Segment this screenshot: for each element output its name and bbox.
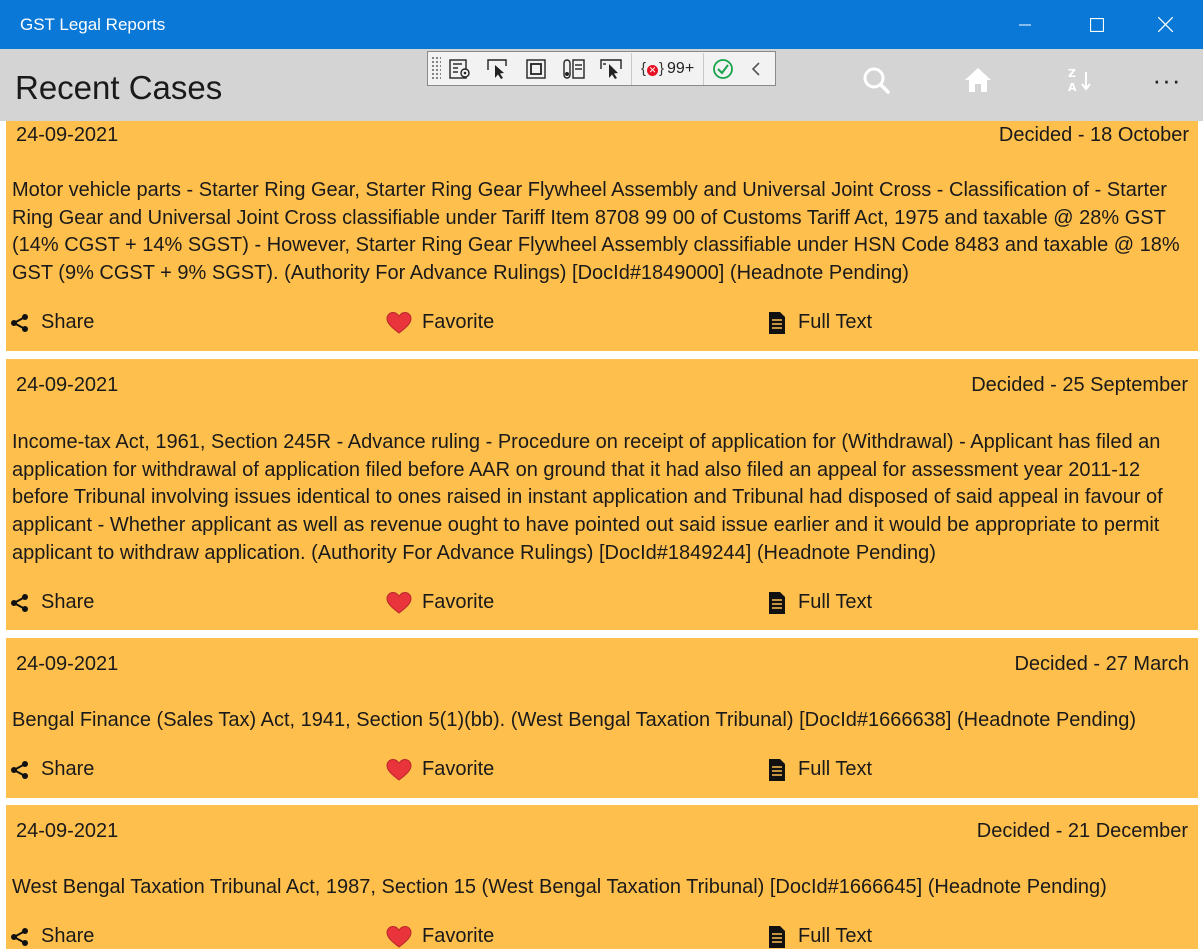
live-visual-tree-icon <box>449 58 470 79</box>
document-icon <box>766 591 788 614</box>
toolbar-grip[interactable] <box>431 56 441 81</box>
share-icon <box>9 592 31 614</box>
document-icon <box>766 758 788 781</box>
hot-reload-status-button[interactable] <box>704 53 742 85</box>
case-headnote[interactable]: Bengal Finance (Sales Tax) Act, 1941, Se… <box>12 707 1194 735</box>
full-text-button[interactable]: Full Text <box>766 311 872 334</box>
heart-icon <box>386 758 412 781</box>
case-card[interactable]: 24-09-2021 Decided - 27 March Bengal Fin… <box>6 638 1198 798</box>
select-element-button[interactable] <box>479 53 517 85</box>
maximize-button[interactable] <box>1063 0 1131 49</box>
chevron-left-icon <box>752 61 760 76</box>
share-icon <box>9 759 31 781</box>
home-button[interactable] <box>958 60 998 100</box>
share-button[interactable]: Share <box>9 311 94 334</box>
share-button[interactable]: Share <box>9 758 94 781</box>
case-card[interactable]: 24-09-2021 Decided - 21 December West Be… <box>6 805 1198 949</box>
case-card[interactable]: 24-09-2021 Decided - 18 October Motor ve… <box>6 121 1198 351</box>
case-headnote[interactable]: West Bengal Taxation Tribunal Act, 1987,… <box>12 874 1194 902</box>
binding-failures-count: 99+ <box>667 59 695 77</box>
display-layout-adorners-icon <box>526 58 546 79</box>
case-status: Decided - 21 December <box>976 820 1188 842</box>
share-label: Share <box>41 311 95 333</box>
display-layout-adorners-button[interactable] <box>517 53 555 85</box>
favorite-label: Favorite <box>422 591 495 613</box>
select-element-icon <box>487 58 507 79</box>
favorite-label: Favorite <box>422 758 495 780</box>
favorite-label: Favorite <box>422 925 495 947</box>
document-icon <box>766 925 788 948</box>
search-icon <box>863 67 890 94</box>
close-button[interactable] <box>1131 0 1199 49</box>
case-date: 24-09-2021 <box>16 820 119 842</box>
preview-selection-icon <box>600 58 622 79</box>
search-button[interactable] <box>856 60 896 100</box>
favorite-label: Favorite <box>422 311 495 333</box>
case-date: 24-09-2021 <box>16 653 119 675</box>
more-options-button[interactable]: ··· <box>1147 60 1187 100</box>
full-text-button[interactable]: Full Text <box>766 925 872 948</box>
page-title: Recent Cases <box>15 69 223 106</box>
heart-icon <box>386 311 412 334</box>
share-icon <box>9 926 31 948</box>
case-headnote[interactable]: Income-tax Act, 1961, Section 245R - Adv… <box>12 429 1194 568</box>
heart-icon <box>386 591 412 614</box>
share-label: Share <box>41 591 95 613</box>
full-text-button[interactable]: Full Text <box>766 591 872 614</box>
binding-failures-icon: {✕} <box>641 60 665 77</box>
home-icon <box>965 68 991 92</box>
full-text-label: Full Text <box>798 311 873 333</box>
full-text-label: Full Text <box>798 758 873 780</box>
track-focus-button[interactable] <box>555 53 593 85</box>
binding-failures-button[interactable]: {✕} 99+ <box>632 53 703 85</box>
heart-icon <box>386 925 412 948</box>
svg-text:Z: Z <box>1068 67 1076 80</box>
full-text-label: Full Text <box>798 591 873 613</box>
more-icon: ··· <box>1152 64 1182 95</box>
favorite-button[interactable]: Favorite <box>386 311 494 334</box>
document-icon <box>766 311 788 334</box>
app-title: GST Legal Reports <box>20 15 166 34</box>
hot-reload-status-icon <box>713 58 734 79</box>
close-icon <box>1157 17 1173 32</box>
xaml-debug-toolbar: {✕} 99+ <box>427 51 776 86</box>
preview-selection-button[interactable] <box>593 53 631 85</box>
track-focus-icon <box>563 58 585 79</box>
maximize-icon <box>1090 17 1104 32</box>
favorite-button[interactable]: Favorite <box>386 925 494 948</box>
full-text-button[interactable]: Full Text <box>766 758 872 781</box>
case-date: 24-09-2021 <box>16 374 119 396</box>
favorite-button[interactable]: Favorite <box>386 758 494 781</box>
share-label: Share <box>41 758 95 780</box>
share-icon <box>9 312 31 334</box>
share-button[interactable]: Share <box>9 925 94 948</box>
favorite-button[interactable]: Favorite <box>386 591 494 614</box>
share-button[interactable]: Share <box>9 591 94 614</box>
case-status: Decided - 25 September <box>971 374 1188 396</box>
minimize-button[interactable] <box>991 0 1059 49</box>
case-date: 24-09-2021 <box>16 124 119 146</box>
svg-text:A: A <box>1068 81 1077 94</box>
case-status: Decided - 18 October <box>998 124 1189 146</box>
collapse-toolbar-button[interactable] <box>742 53 770 85</box>
case-card[interactable]: 24-09-2021 Decided - 25 September Income… <box>6 359 1198 630</box>
live-visual-tree-button[interactable] <box>441 53 479 85</box>
full-text-label: Full Text <box>798 925 873 947</box>
case-headnote[interactable]: Motor vehicle parts - Starter Ring Gear,… <box>12 177 1194 288</box>
sort-z-a-icon: Z A <box>1068 67 1091 94</box>
title-bar: GST Legal Reports <box>0 0 1203 49</box>
sort-button[interactable]: Z A <box>1060 60 1100 100</box>
minimize-icon <box>1019 24 1031 25</box>
share-label: Share <box>41 925 95 947</box>
case-status: Decided - 27 March <box>1014 653 1189 675</box>
